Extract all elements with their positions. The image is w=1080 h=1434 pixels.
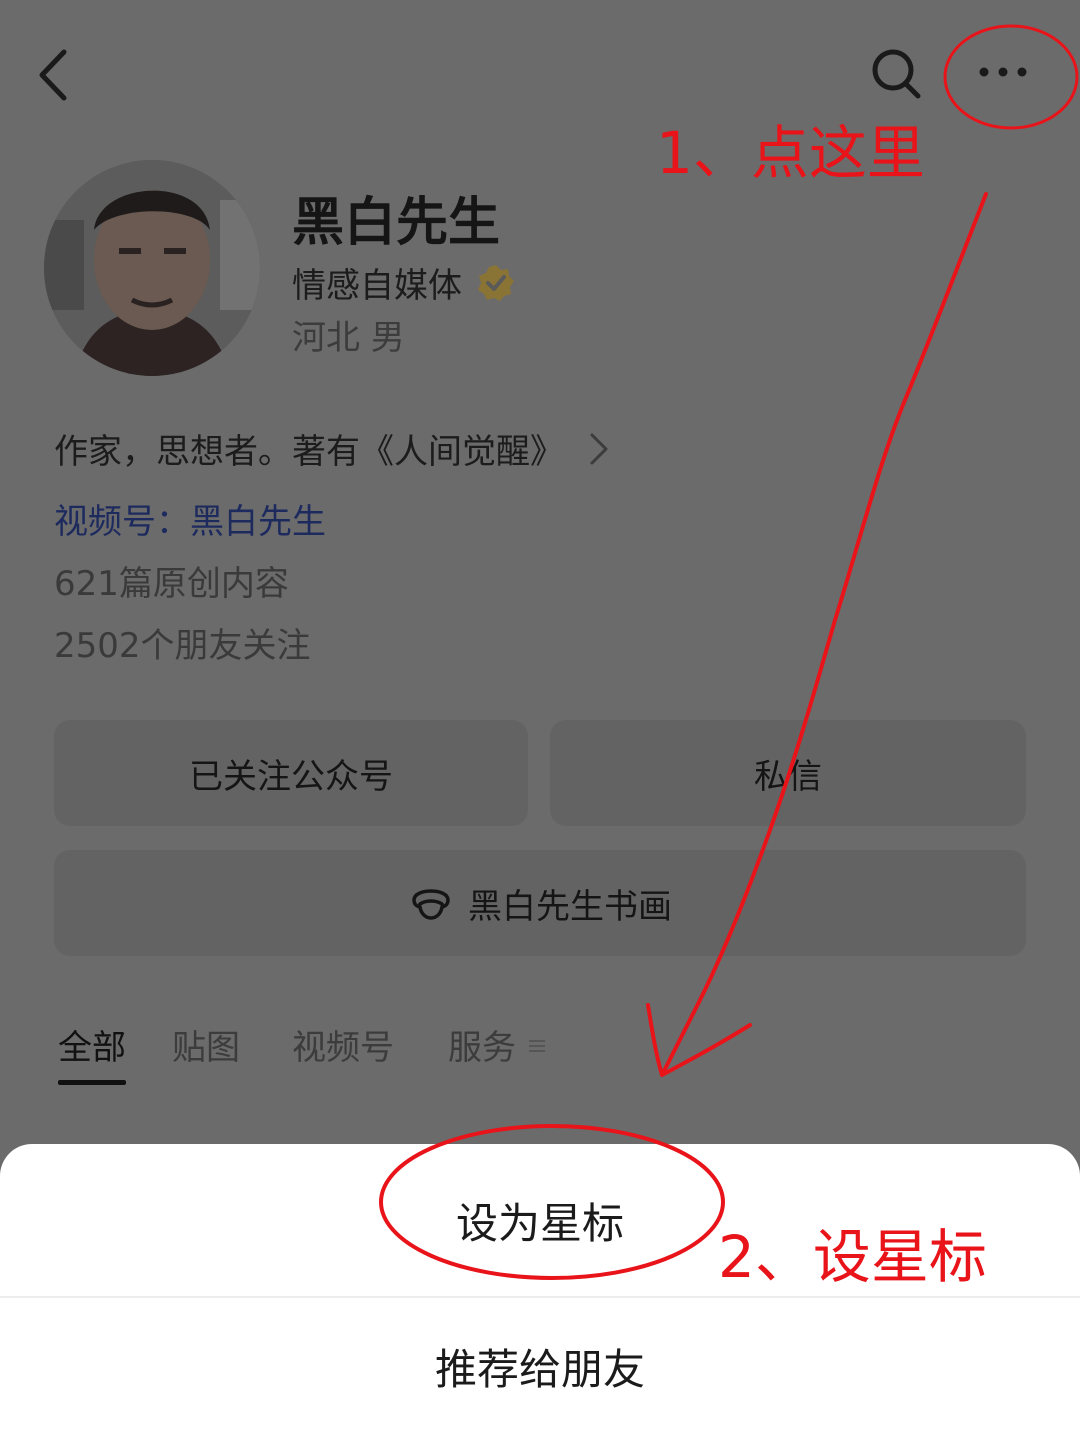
avatar[interactable] — [44, 160, 260, 376]
chevron-right-icon — [590, 433, 608, 464]
mini-program-button[interactable]: 黑白先生书画 — [54, 850, 1026, 956]
friends-following-count: 2502个朋友关注 — [54, 626, 311, 666]
tab-service[interactable]: 服务 — [448, 1020, 516, 1085]
content-tabs: 全部 贴图 视频号 服务 — [54, 1020, 548, 1085]
chevron-left-icon — [39, 49, 67, 101]
private-message-button[interactable]: 私信 — [550, 720, 1026, 826]
recommend-to-friends-button[interactable]: 推荐给朋友 — [0, 1298, 1080, 1434]
back-button[interactable] — [30, 40, 80, 110]
more-options-button[interactable] — [968, 52, 1038, 92]
annotation-step1-text: 1、点这里 — [656, 119, 925, 187]
mini-program-icon — [412, 889, 450, 920]
menu-lines-icon[interactable] — [526, 1035, 548, 1057]
search-icon — [872, 49, 921, 99]
followed-account-button[interactable]: 已关注公众号 — [54, 720, 528, 826]
bio-row[interactable]: 作家，思想者。著有《人间觉醒》 — [54, 424, 610, 473]
bio-text: 作家，思想者。著有《人间觉醒》 — [54, 432, 564, 472]
mini-program-label: 黑白先生书画 — [468, 886, 672, 927]
more-horizontal-icon — [979, 67, 1027, 77]
account-type: 情感自媒体 — [292, 266, 462, 306]
account-type-row: 情感自媒体 — [292, 258, 516, 307]
account-name: 黑白先生 — [292, 193, 501, 253]
search-button[interactable] — [866, 44, 926, 104]
avatar-portrait-image — [44, 160, 260, 376]
tab-photos[interactable]: 贴图 — [172, 1020, 240, 1085]
annotation-step2-text: 2、设星标 — [718, 1223, 987, 1291]
official-account-profile-screen: 黑白先生 情感自媒体 河北 男 作家，思想者。著有《人间觉醒》 视频号：黑白先生… — [0, 0, 1080, 1434]
tab-all[interactable]: 全部 — [58, 1020, 126, 1085]
video-channel-link[interactable]: 视频号：黑白先生 — [54, 494, 326, 543]
annotation-arrow-head — [646, 1003, 752, 1077]
original-content-count: 621篇原创内容 — [54, 564, 289, 604]
tab-video[interactable]: 视频号 — [292, 1020, 394, 1085]
verified-badge-icon[interactable] — [476, 263, 516, 303]
location-gender: 河北 男 — [292, 318, 405, 358]
